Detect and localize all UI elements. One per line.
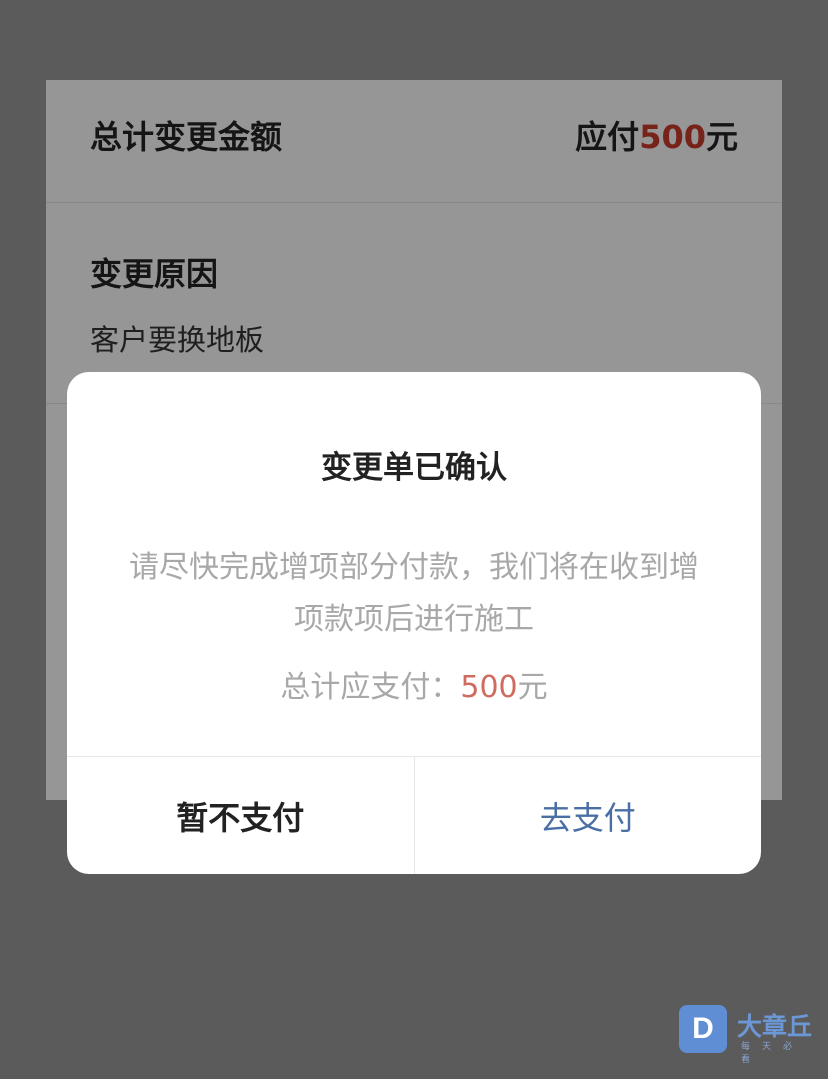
- watermark-logo-icon: D: [679, 1005, 727, 1053]
- dialog-total-prefix: 总计应支付：: [280, 670, 461, 705]
- dialog-total: 总计应支付：500元: [67, 662, 761, 706]
- watermark-tagline: 每天必看: [741, 1042, 805, 1065]
- confirmation-dialog: 变更单已确认 请尽快完成增项部分付款，我们将在收到增项款项后进行施工 总计应支付…: [67, 372, 761, 874]
- skip-payment-button[interactable]: 暂不支付: [67, 757, 415, 874]
- go-pay-button[interactable]: 去支付: [415, 757, 762, 874]
- dialog-total-amount: 500: [460, 670, 518, 705]
- watermark-name: 大章丘: [737, 1012, 813, 1041]
- dialog-total-unit: 元: [517, 670, 548, 705]
- watermark: D 大章丘 每天必看: [679, 1005, 824, 1065]
- dialog-title: 变更单已确认: [321, 450, 507, 486]
- dialog-actions: 暂不支付 去支付: [67, 756, 761, 874]
- dialog-message: 请尽快完成增项部分付款，我们将在收到增项款项后进行施工: [129, 550, 699, 637]
